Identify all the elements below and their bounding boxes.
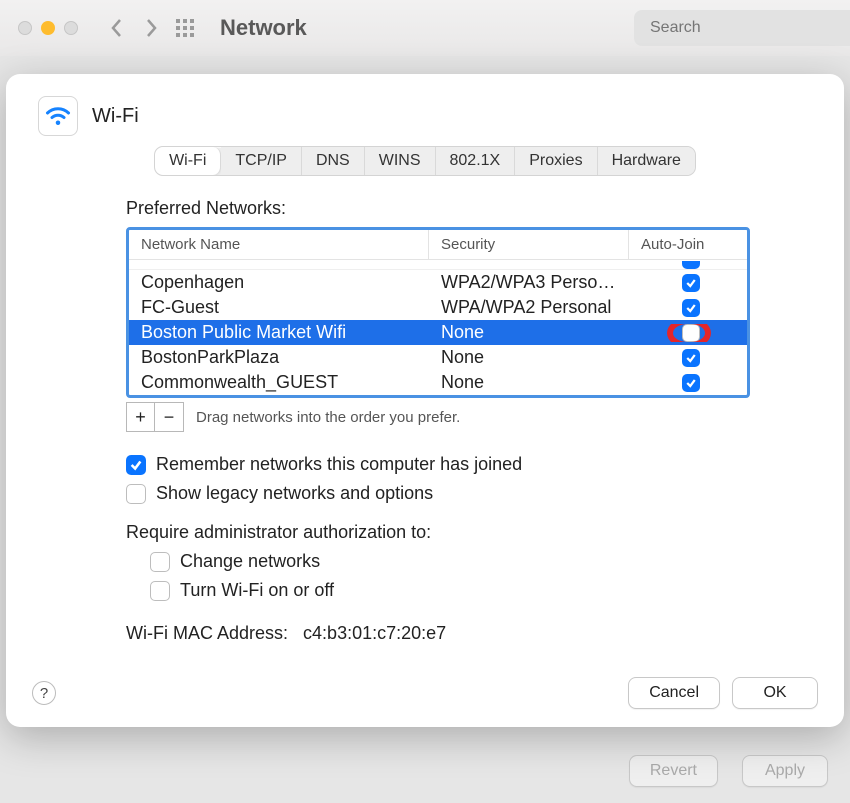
tab-tcp-ip[interactable]: TCP/IP	[221, 147, 302, 175]
auto-join-cell	[629, 299, 747, 317]
tab-wins[interactable]: WINS	[365, 147, 436, 175]
auto-join-cell	[629, 349, 747, 367]
sheet-footer: ? Cancel OK	[32, 677, 818, 709]
zoom-window-button[interactable]	[64, 21, 78, 35]
auto-join-checkbox[interactable]	[682, 349, 700, 367]
admin-auth-checkbox[interactable]	[150, 581, 170, 601]
network-name-cell: FC-Guest	[129, 297, 429, 318]
security-cell: None	[429, 372, 629, 393]
network-name-cell: Copenhagen	[129, 272, 429, 293]
col-security[interactable]: Security	[429, 230, 629, 259]
admin-auth-checkbox[interactable]	[150, 552, 170, 572]
remember-networks-label: Remember networks this computer has join…	[156, 454, 522, 475]
add-network-button[interactable]: +	[127, 403, 155, 431]
wifi-sheet: Wi-Fi Wi-FiTCP/IPDNSWINS802.1XProxiesHar…	[6, 74, 844, 727]
security-cell: WPA2/WPA3 Personal	[429, 272, 629, 293]
table-row[interactable]: Boston Public Market WifiNone	[129, 320, 747, 345]
network-name-cell: Commonwealth_GUEST	[129, 372, 429, 393]
grid-icon	[176, 19, 194, 37]
auto-join-checkbox[interactable]	[682, 374, 700, 392]
table-row[interactable]: BostonParkPlazaNone	[129, 345, 747, 370]
show-all-button[interactable]	[172, 15, 198, 41]
cancel-button[interactable]: Cancel	[628, 677, 720, 709]
auto-join-cell	[629, 324, 747, 342]
panel-title: Wi-Fi	[92, 105, 139, 128]
wifi-tab-content: Preferred Networks: Network Name Securit…	[6, 176, 844, 644]
add-remove-bar: + − Drag networks into the order you pre…	[126, 402, 804, 432]
mac-address-row: Wi-Fi MAC Address: c4:b3:01:c7:20:e7	[126, 623, 804, 644]
preferred-networks-table[interactable]: Network Name Security Auto-Join . . Cope…	[126, 227, 750, 398]
admin-auth-option[interactable]: Change networks	[150, 551, 804, 572]
options-group: Remember networks this computer has join…	[126, 454, 804, 504]
auto-join-cell	[629, 374, 747, 392]
help-button[interactable]: ?	[32, 681, 56, 705]
minimize-window-button[interactable]	[41, 21, 55, 35]
legacy-networks-checkbox[interactable]	[126, 484, 146, 504]
auto-join-checkbox[interactable]	[682, 324, 700, 342]
col-network-name[interactable]: Network Name	[129, 230, 429, 259]
window-footer: Revert Apply	[617, 755, 828, 787]
table-row[interactable]: FC-GuestWPA/WPA2 Personal	[129, 295, 747, 320]
table-row[interactable]: . .	[129, 260, 747, 270]
search-field-wrap[interactable]	[634, 10, 850, 46]
admin-auth-label: Change networks	[180, 551, 320, 572]
tab-dns[interactable]: DNS	[302, 147, 365, 175]
traffic-lights	[18, 21, 78, 35]
tab-proxies[interactable]: Proxies	[515, 147, 597, 175]
reorder-hint: Drag networks into the order you prefer.	[196, 409, 460, 426]
auto-join-cell	[629, 274, 747, 292]
tab-wi-fi[interactable]: Wi-Fi	[155, 147, 221, 175]
table-header: Network Name Security Auto-Join	[129, 230, 747, 260]
table-row[interactable]: CopenhagenWPA2/WPA3 Personal	[129, 270, 747, 295]
back-button[interactable]	[104, 15, 130, 41]
tab-hardware[interactable]: Hardware	[598, 147, 695, 175]
legacy-networks-option[interactable]: Show legacy networks and options	[126, 483, 804, 504]
admin-auth-heading: Require administrator authorization to:	[126, 522, 804, 543]
tab-802-1x[interactable]: 802.1X	[436, 147, 516, 175]
auto-join-checkbox[interactable]	[682, 274, 700, 292]
titlebar: Network	[0, 0, 850, 56]
auto-join-checkbox[interactable]	[682, 261, 700, 269]
window-title: Network	[220, 15, 307, 41]
ok-button[interactable]: OK	[732, 677, 818, 709]
mac-address-label: Wi-Fi MAC Address:	[126, 623, 288, 643]
col-auto-join[interactable]: Auto-Join	[629, 230, 750, 259]
table-body: . . CopenhagenWPA2/WPA3 PersonalFC-Guest…	[129, 260, 747, 395]
forward-button[interactable]	[138, 15, 164, 41]
admin-auth-block: Require administrator authorization to: …	[126, 522, 804, 601]
search-input[interactable]	[650, 19, 850, 37]
apply-button[interactable]: Apply	[742, 755, 828, 787]
legacy-networks-label: Show legacy networks and options	[156, 483, 433, 504]
revert-button[interactable]: Revert	[629, 755, 718, 787]
remember-networks-option[interactable]: Remember networks this computer has join…	[126, 454, 804, 475]
preferred-networks-label: Preferred Networks:	[126, 198, 804, 219]
auto-join-checkbox[interactable]	[682, 299, 700, 317]
wifi-icon	[38, 96, 78, 136]
add-remove-group: + −	[126, 402, 184, 432]
panel-header: Wi-Fi	[6, 74, 844, 146]
security-cell: WPA/WPA2 Personal	[429, 297, 629, 318]
network-name-cell: Boston Public Market Wifi	[129, 322, 429, 343]
admin-auth-option[interactable]: Turn Wi-Fi on or off	[150, 580, 804, 601]
mac-address-value: c4:b3:01:c7:20:e7	[303, 623, 446, 643]
security-cell: None	[429, 322, 629, 343]
tab-bar: Wi-FiTCP/IPDNSWINS802.1XProxiesHardware	[154, 146, 696, 176]
security-cell: None	[429, 347, 629, 368]
network-name-cell: BostonParkPlaza	[129, 347, 429, 368]
close-window-button[interactable]	[18, 21, 32, 35]
remove-network-button[interactable]: −	[155, 403, 183, 431]
table-row[interactable]: Commonwealth_GUESTNone	[129, 370, 747, 395]
remember-networks-checkbox[interactable]	[126, 455, 146, 475]
admin-auth-label: Turn Wi-Fi on or off	[180, 580, 334, 601]
